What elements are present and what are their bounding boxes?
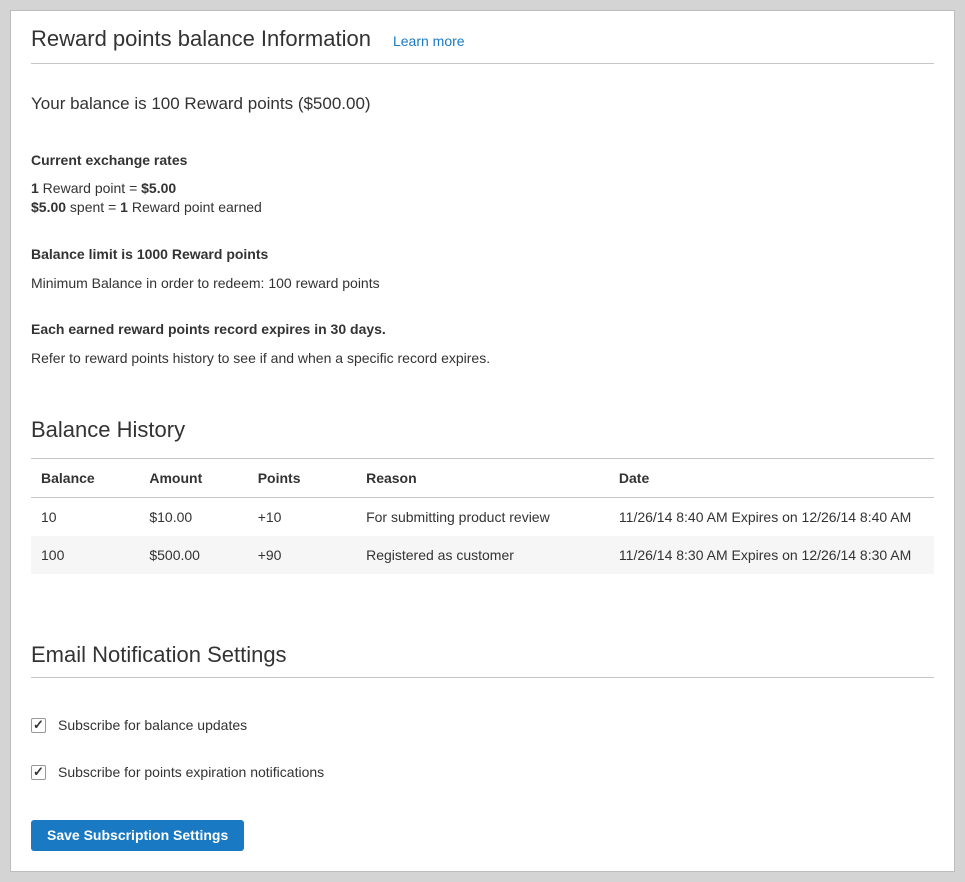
card-header: Reward points balance Information Learn …: [31, 11, 934, 64]
cell-reason: Registered as customer: [356, 536, 609, 574]
column-header-balance: Balance: [31, 459, 139, 498]
balance-history-table: Balance Amount Points Reason Date 10 $10…: [31, 458, 934, 574]
exchange-rate-2-value: $5.00: [31, 199, 66, 215]
exchange-rate-2-text: spent =: [66, 199, 120, 215]
exchange-rate-1-points: 1: [31, 180, 39, 196]
balance-updates-checkbox[interactable]: [31, 718, 46, 733]
balance-history-title: Balance History: [31, 416, 934, 444]
column-header-points: Points: [248, 459, 356, 498]
exchange-rate-1-value: $5.00: [141, 180, 176, 196]
table-header-row: Balance Amount Points Reason Date: [31, 459, 934, 498]
page-title: Reward points balance Information: [31, 25, 371, 53]
subscribe-points-expiration-row[interactable]: Subscribe for points expiration notifica…: [31, 762, 324, 782]
exchange-rate-line-2: $5.00 spent = 1 Reward point earned: [31, 198, 934, 217]
cell-reason: For submitting product review: [356, 498, 609, 537]
save-subscription-settings-button[interactable]: Save Subscription Settings: [31, 820, 244, 851]
subscribe-balance-updates-row[interactable]: Subscribe for balance updates: [31, 715, 247, 735]
points-expiration-label: Subscribe for points expiration notifica…: [58, 762, 324, 782]
learn-more-link[interactable]: Learn more: [393, 33, 465, 49]
column-header-date: Date: [609, 459, 934, 498]
points-expiration-checkbox[interactable]: [31, 765, 46, 780]
email-notification-settings-title: Email Notification Settings: [31, 641, 934, 678]
cell-balance: 10: [31, 498, 139, 537]
cell-date: 11/26/14 8:40 AM Expires on 12/26/14 8:4…: [609, 498, 934, 537]
column-header-amount: Amount: [139, 459, 247, 498]
table-row: 10 $10.00 +10 For submitting product rev…: [31, 498, 934, 537]
cell-balance: 100: [31, 536, 139, 574]
expiration-hint: Refer to reward points history to see if…: [31, 348, 934, 368]
balance-updates-label: Subscribe for balance updates: [58, 715, 247, 735]
table-row: 100 $500.00 +90 Registered as customer 1…: [31, 536, 934, 574]
exchange-rate-2-points: 1: [120, 199, 128, 215]
exchange-rate-1-text: Reward point =: [39, 180, 141, 196]
balance-limit-notice: Balance limit is 1000 Reward points: [31, 244, 934, 264]
exchange-rates-heading: Current exchange rates: [31, 150, 934, 170]
cell-amount: $10.00: [139, 498, 247, 537]
column-header-reason: Reason: [356, 459, 609, 498]
cell-points: +10: [248, 498, 356, 537]
exchange-rate-2-suffix: Reward point earned: [128, 199, 262, 215]
minimum-balance-notice: Minimum Balance in order to redeem: 100 …: [31, 273, 934, 293]
expiration-notice: Each earned reward points record expires…: [31, 319, 934, 339]
balance-summary: Your balance is 100 Reward points ($500.…: [31, 92, 934, 116]
page-background: Reward points balance Information Learn …: [0, 0, 965, 882]
reward-points-card: Reward points balance Information Learn …: [10, 10, 955, 872]
cell-points: +90: [248, 536, 356, 574]
cell-amount: $500.00: [139, 536, 247, 574]
exchange-rate-line-1: 1 Reward point = $5.00: [31, 179, 934, 198]
cell-date: 11/26/14 8:30 AM Expires on 12/26/14 8:3…: [609, 536, 934, 574]
